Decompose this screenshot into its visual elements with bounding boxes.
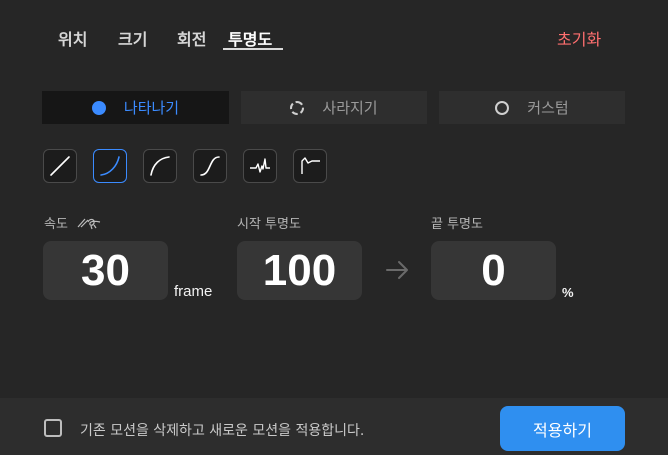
easing-linear-button[interactable] [43,149,77,183]
speed-input[interactable]: 30 [43,241,168,300]
active-tab-underline [223,48,283,50]
start-opacity-label: 시작 투명도 [237,217,301,232]
replace-motion-checkbox[interactable] [44,419,62,437]
mode-disappear-label: 사라지기 [322,99,378,117]
overshoot-curve-icon [301,157,320,174]
wiggle-curve-icon [250,158,270,173]
speed-label: 속도 [44,213,102,232]
speed-label-text: 속도 [44,217,68,232]
linear-curve-icon [50,156,70,176]
easing-overshoot-button[interactable] [293,149,327,183]
ease-out-curve-icon [150,156,170,176]
easing-wiggle-button[interactable] [243,149,277,183]
property-tabs: 위치 크기 회전 투명도 초기화 [0,0,668,56]
tab-position[interactable]: 위치 [58,26,87,50]
apply-button[interactable]: 적용하기 [500,406,625,451]
start-opacity-input[interactable]: 100 [237,241,362,300]
speed-icon [77,218,101,230]
end-opacity-label: 끝 투명도 [431,217,483,232]
footer-bar: 기존 모션을 삭제하고 새로운 모션을 적용합니다. 적용하기 [0,398,668,455]
mode-custom-button[interactable]: 커스텀 [439,91,625,124]
mode-custom-label: 커스텀 [527,99,569,117]
speed-unit: frame [174,283,213,300]
replace-motion-label: 기존 모션을 삭제하고 새로운 모션을 적용합니다. [80,423,365,439]
mode-disappear-button[interactable]: 사라지기 [241,91,427,124]
easing-ease-out-button[interactable] [143,149,177,183]
ease-in-out-curve-icon [200,156,220,176]
mode-appear-label: 나타나기 [123,99,180,117]
easing-ease-in-button[interactable] [93,149,127,183]
reset-button[interactable]: 초기화 [557,26,601,50]
arrow-right-icon [386,261,408,279]
ease-in-curve-icon [100,156,120,176]
mode-appear-button[interactable]: 나타나기 [42,91,229,124]
end-opacity-input[interactable]: 0 [431,241,556,300]
end-opacity-unit: % [562,285,574,300]
tab-size[interactable]: 크기 [118,26,147,50]
dashed-circle-icon [290,100,305,115]
tab-rotation[interactable]: 회전 [177,26,206,50]
easing-ease-in-out-button[interactable] [193,149,227,183]
filled-dot-icon [91,100,106,115]
tab-opacity[interactable]: 투명도 [228,26,272,50]
ring-icon [495,100,510,115]
